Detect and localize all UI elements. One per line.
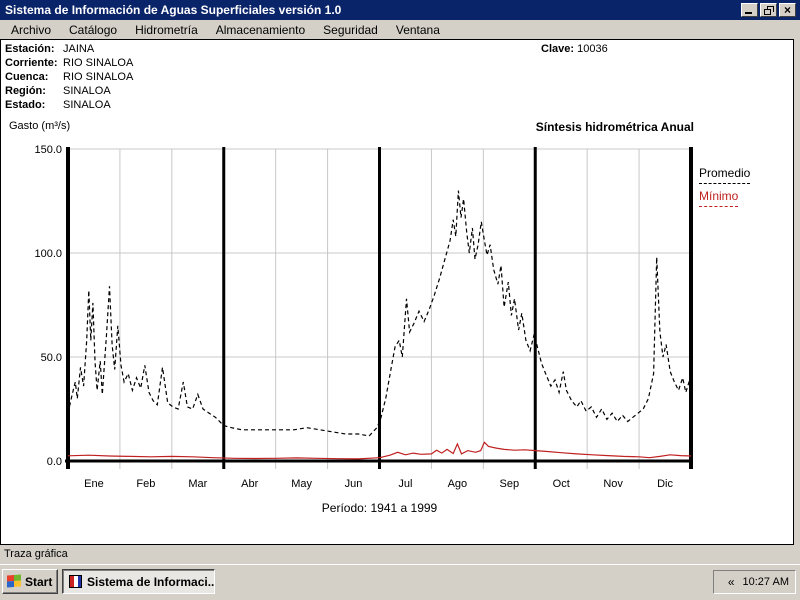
x-tick-label: Nov	[603, 478, 623, 490]
app-icon	[69, 575, 82, 588]
menu-almacenamiento[interactable]: Almacenamiento	[207, 22, 314, 38]
y-tick-label: 100.0	[34, 248, 62, 260]
x-tick-label: Abr	[241, 478, 258, 490]
taskbar-window-label: Sistema de Informaci...	[87, 574, 215, 589]
menu-ventana[interactable]: Ventana	[387, 22, 449, 38]
title-bar: Sistema de Información de Aguas Superfic…	[0, 0, 800, 20]
menu-hidrometria[interactable]: Hidrometría	[126, 22, 207, 38]
x-tick-label: Jun	[345, 478, 363, 490]
status-text: Traza gráfica	[4, 548, 68, 560]
taskbar: Start Sistema de Informaci... « 10:27 AM	[0, 564, 800, 600]
x-tick-label: Ene	[84, 478, 104, 490]
chart-svg: 0.0 50.0 100.0 150.0 Ene Feb Mar Abr May Jun Jul Ag…	[34, 144, 693, 490]
window-title: Sistema de Información de Aguas Superfic…	[5, 3, 342, 17]
system-tray: « 10:27 AM	[713, 570, 796, 594]
y-tick-label: 150.0	[34, 144, 62, 156]
x-tick-label: Ago	[448, 478, 468, 490]
x-tick-label: Mar	[188, 478, 207, 490]
taskbar-window-button[interactable]: Sistema de Informaci...	[62, 569, 215, 594]
chart-legend: Promedio Mínimo	[699, 166, 751, 212]
clock[interactable]: 10:27 AM	[743, 576, 789, 588]
document-area: Estación: JAINA Corriente: RIO SINALOA Cue…	[0, 39, 794, 545]
menu-seguridad[interactable]: Seguridad	[314, 22, 387, 38]
start-button[interactable]: Start	[2, 569, 58, 594]
minimize-button[interactable]	[741, 3, 758, 17]
tray-chevron-icon[interactable]: «	[728, 575, 735, 589]
minimize-icon	[745, 12, 752, 14]
x-tick-label: May	[291, 478, 312, 490]
x-tick-label: Sep	[500, 478, 520, 490]
start-label: Start	[25, 574, 53, 589]
x-tick-label: Dic	[657, 478, 673, 490]
close-icon: ×	[783, 3, 791, 17]
menu-archivo[interactable]: Archivo	[2, 22, 60, 38]
period-note: Período: 1941 a 1999	[321, 501, 438, 515]
x-tick-label: Jul	[398, 478, 412, 490]
status-bar: Traza gráfica	[0, 545, 800, 564]
restore-button[interactable]	[760, 3, 777, 17]
x-tick-label: Oct	[553, 478, 570, 490]
legend-promedio[interactable]: Promedio	[699, 166, 751, 184]
windows-flag-icon	[7, 574, 21, 589]
window-controls: ×	[741, 3, 796, 17]
x-tick-label: Feb	[136, 478, 155, 490]
y-tick-label: 50.0	[41, 352, 62, 364]
menu-bar: Archivo Catálogo Hidrometría Almacenamie…	[0, 20, 800, 39]
y-tick-label: 0.0	[47, 456, 62, 468]
legend-minimo[interactable]: Mínimo	[699, 189, 739, 207]
close-button[interactable]: ×	[779, 3, 796, 17]
menu-catalogo[interactable]: Catálogo	[60, 22, 126, 38]
